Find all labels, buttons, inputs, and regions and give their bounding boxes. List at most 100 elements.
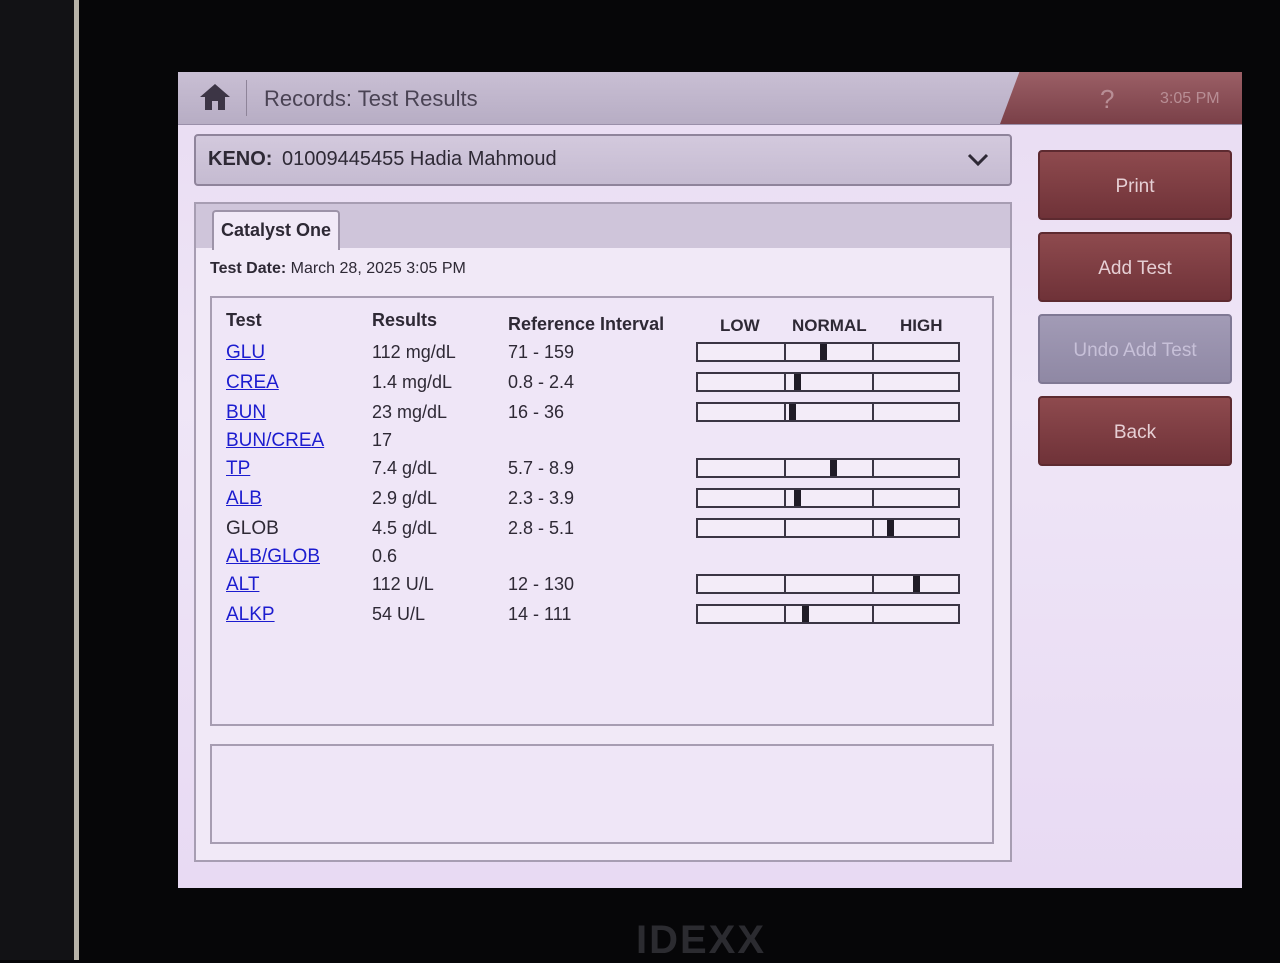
test-result: 0.6 (372, 546, 398, 566)
device-bezel (0, 0, 74, 960)
gauge-divider (784, 490, 786, 506)
gauge-divider (872, 374, 874, 390)
gauge-marker (830, 460, 837, 476)
table-row: ALB 2.9 g/dL 2.3 - 3.9 (212, 488, 992, 516)
range-gauge (696, 488, 960, 508)
print-button[interactable]: Print (1038, 150, 1232, 220)
test-name[interactable]: ALB (226, 488, 262, 510)
test-result: 23 mg/dL (372, 402, 448, 422)
range-gauge (696, 372, 960, 392)
back-button[interactable]: Back (1038, 396, 1232, 466)
home-icon[interactable] (198, 82, 232, 112)
test-name[interactable]: ALB/GLOB (226, 546, 320, 568)
reference-interval: 14 - 111 (508, 604, 572, 624)
reference-interval: 71 - 159 (508, 342, 575, 362)
reference-interval: 2.3 - 3.9 (508, 488, 575, 508)
range-gauge (696, 402, 960, 422)
test-result: 17 (372, 430, 393, 450)
gauge-divider (784, 344, 786, 360)
gauge-divider (872, 576, 874, 592)
test-date-value: March 28, 2025 3:05 PM (290, 260, 466, 277)
bezel-edge (74, 0, 79, 960)
gauge-divider (872, 344, 874, 360)
gauge-marker (789, 404, 796, 420)
test-date: Test Date: March 28, 2025 3:05 PM (210, 260, 466, 278)
test-name[interactable]: TP (226, 458, 250, 480)
range-gauge (696, 574, 960, 594)
test-name[interactable]: BUN/CREA (226, 430, 324, 452)
test-name[interactable]: ALT (226, 574, 259, 596)
patient-label: KENO: (208, 148, 273, 170)
page-title: Records: Test Results (264, 86, 478, 111)
header-bar: Records: Test Results ? 3:05 PM (178, 72, 1242, 125)
gauge-divider (872, 490, 874, 506)
results-panel: Catalyst One Test Date: March 28, 2025 3… (194, 202, 1012, 862)
add-test-button[interactable]: Add Test (1038, 232, 1232, 302)
column-header-test: Test (226, 310, 262, 330)
test-result: 4.5 g/dL (372, 518, 438, 538)
reference-interval: 2.8 - 5.1 (508, 518, 575, 538)
test-result: 1.4 mg/dL (372, 372, 453, 392)
gauge-divider (872, 404, 874, 420)
column-header-high: HIGH (900, 316, 943, 335)
reference-interval: 5.7 - 8.9 (508, 458, 575, 478)
range-gauge (696, 458, 960, 478)
gauge-divider (872, 606, 874, 622)
test-result: 112 U/L (372, 574, 434, 594)
test-name[interactable]: CREA (226, 372, 279, 394)
table-row: ALT 112 U/L 12 - 130 (212, 574, 992, 602)
column-header-results: Results (372, 310, 438, 330)
tab-catalyst-one[interactable]: Catalyst One (212, 210, 340, 250)
test-name[interactable]: ALKP (226, 604, 275, 626)
reference-interval: 0.8 - 2.4 (508, 372, 575, 392)
help-icon[interactable]: ? (1100, 84, 1114, 115)
gauge-marker (802, 606, 809, 622)
gauge-divider (872, 520, 874, 536)
test-name[interactable]: BUN (226, 402, 266, 424)
range-gauge (696, 518, 960, 538)
reference-interval: 16 - 36 (508, 402, 565, 422)
gauge-marker (913, 576, 920, 592)
gauge-divider (872, 460, 874, 476)
test-name[interactable]: GLU (226, 342, 265, 364)
table-row: GLOB 4.5 g/dL 2.8 - 5.1 (212, 518, 992, 546)
column-header-low: LOW (720, 316, 760, 335)
range-gauge (696, 342, 960, 362)
gauge-divider (784, 520, 786, 536)
test-result: 2.9 g/dL (372, 488, 438, 508)
brand-logo: IDEXX (636, 918, 767, 962)
gauge-divider (784, 606, 786, 622)
gauge-marker (794, 490, 801, 506)
patient-selector[interactable]: KENO: 01009445455 Hadia Mahmoud (194, 134, 1012, 186)
table-row: CREA 1.4 mg/dL 0.8 - 2.4 (212, 372, 992, 400)
table-row: GLU 112 mg/dL 71 - 159 (212, 342, 992, 370)
gauge-divider (784, 374, 786, 390)
chevron-down-icon[interactable] (966, 152, 990, 168)
patient-value: 01009445455 Hadia Mahmoud (282, 148, 557, 170)
header-divider (246, 80, 247, 116)
undo-add-test-button: Undo Add Test (1038, 314, 1232, 384)
test-result: 54 U/L (372, 604, 426, 624)
notes-area (210, 744, 994, 844)
screen: Records: Test Results ? 3:05 PM KENO: 01… (178, 72, 1242, 888)
clock: 3:05 PM (1160, 90, 1220, 107)
test-date-label: Test Date: (210, 260, 287, 277)
table-row: BUN/CREA 17 (212, 430, 992, 458)
results-table: Test Results Reference Interval LOW NORM… (210, 296, 994, 726)
test-result: 112 mg/dL (372, 342, 456, 362)
column-header-normal: NORMAL (792, 316, 867, 335)
test-name: GLOB (226, 518, 279, 539)
table-row: ALB/GLOB 0.6 (212, 546, 992, 574)
reference-interval: 12 - 130 (508, 574, 575, 594)
table-row: TP 7.4 g/dL 5.7 - 8.9 (212, 458, 992, 486)
gauge-divider (784, 576, 786, 592)
test-result: 7.4 g/dL (372, 458, 438, 478)
gauge-marker (887, 520, 894, 536)
table-row: BUN 23 mg/dL 16 - 36 (212, 402, 992, 430)
gauge-marker (794, 374, 801, 390)
gauge-divider (784, 460, 786, 476)
header-status-area: ? 3:05 PM (1000, 72, 1242, 124)
table-row: ALKP 54 U/L 14 - 111 (212, 604, 992, 632)
range-gauge (696, 604, 960, 624)
column-header-reference: Reference Interval (508, 314, 665, 334)
